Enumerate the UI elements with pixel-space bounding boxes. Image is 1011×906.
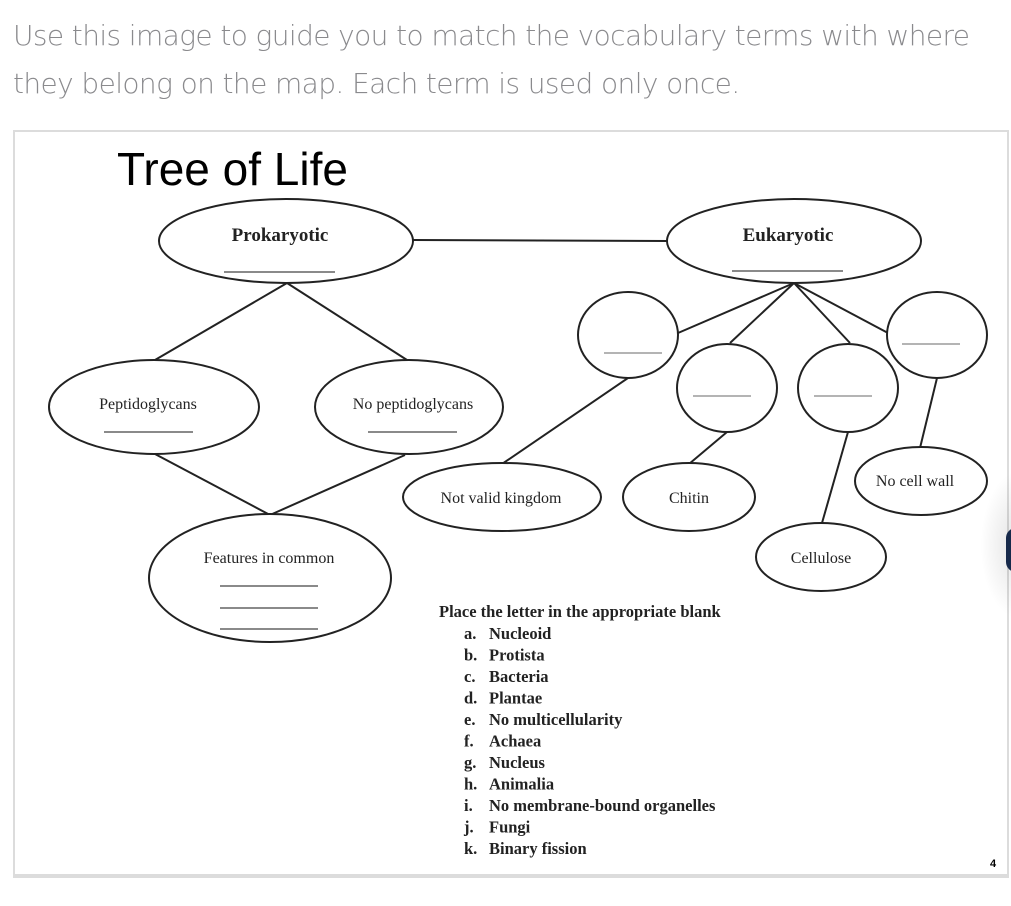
label-eukaryotic: Eukaryotic xyxy=(743,225,834,246)
node-kingdom-2-ellipse xyxy=(676,343,778,433)
label-chitin: Chitin xyxy=(669,490,709,507)
node-features-ellipse xyxy=(148,513,392,643)
connector-eukaryotic-kingdom-2 xyxy=(729,282,795,344)
node-kingdom-3-ellipse xyxy=(797,343,899,433)
connector-kingdom-2-chitin xyxy=(688,431,728,465)
connector-no-peptidoglycans-features xyxy=(269,454,406,516)
tree-of-life-diagram: Tree of Life Prokaryotic Eukaryotic Pept xyxy=(48,143,997,870)
word-bank-term: Bacteria xyxy=(489,667,549,686)
word-bank: Place the letter in the appropriate blan… xyxy=(439,602,722,858)
word-bank-term: Plantae xyxy=(489,689,542,708)
connector-eukaryotic-kingdom-4 xyxy=(793,282,889,334)
word-bank-letter: j. xyxy=(463,818,474,837)
word-bank-term: Binary fission xyxy=(489,839,587,858)
node-kingdom-1-ellipse xyxy=(577,291,679,379)
word-bank-term: Protista xyxy=(489,646,545,665)
word-bank-letter: d. xyxy=(464,689,477,708)
label-no-cell-wall: No cell wall xyxy=(876,473,955,490)
word-bank-term: No membrane-bound organelles xyxy=(489,796,716,815)
word-bank-term: Animalia xyxy=(489,775,554,794)
word-bank-letter: f. xyxy=(464,732,474,751)
word-bank-item: b. Protista xyxy=(464,646,545,665)
node-shapes xyxy=(48,198,988,643)
connector-kingdom-4-no-cell-wall xyxy=(919,377,938,449)
word-bank-item: a. Nucleoid xyxy=(464,624,551,643)
word-bank-letter: k. xyxy=(464,839,477,858)
word-bank-term: Nucleus xyxy=(489,753,546,772)
word-bank-term: Nucleoid xyxy=(489,624,551,643)
word-bank-letter: g. xyxy=(464,753,476,772)
label-peptidoglycans: Peptidoglycans xyxy=(99,396,197,413)
word-bank-term: Achaea xyxy=(489,732,541,751)
label-features-in-common: Features in common xyxy=(204,550,335,567)
diagram-title: Tree of Life xyxy=(117,143,348,195)
word-bank-term: Fungi xyxy=(489,818,531,837)
connector-kingdom-1-not-valid xyxy=(501,377,629,465)
label-prokaryotic: Prokaryotic xyxy=(232,225,329,246)
word-bank-letter: i. xyxy=(464,796,473,815)
word-bank-letter: e. xyxy=(464,710,475,729)
word-bank-letter: c. xyxy=(464,667,475,686)
connector-prokaryotic-no-peptidoglycans xyxy=(286,282,408,361)
word-bank-item: j. Fungi xyxy=(463,818,531,837)
word-bank-item: e. No multicellularity xyxy=(464,710,623,729)
word-bank-term: No multicellularity xyxy=(489,710,623,729)
connector-peptidoglycans-features xyxy=(154,453,271,516)
word-bank-letter: a. xyxy=(464,624,476,643)
word-bank-letter: b. xyxy=(464,646,477,665)
word-bank-item: c. Bacteria xyxy=(464,667,549,686)
connector-prokaryotic-eukaryotic xyxy=(412,239,669,242)
page-number: 4 xyxy=(990,858,997,870)
word-bank-item: i. No membrane-bound organelles xyxy=(464,796,716,815)
word-bank-item: h. Animalia xyxy=(464,775,554,794)
word-bank-letter: h. xyxy=(464,775,477,794)
label-cellulose: Cellulose xyxy=(791,550,851,567)
word-bank-item: g. Nucleus xyxy=(464,753,546,772)
word-bank-item: f. Achaea xyxy=(464,732,541,751)
connector-eukaryotic-kingdom-1 xyxy=(677,282,795,334)
node-kingdom-4-ellipse xyxy=(886,291,988,379)
connector-kingdom-3-cellulose xyxy=(821,431,849,524)
connector-prokaryotic-peptidoglycans xyxy=(154,282,288,361)
word-bank-item: k. Binary fission xyxy=(464,839,587,858)
word-bank-heading: Place the letter in the appropriate blan… xyxy=(439,602,722,621)
connector-eukaryotic-kingdom-3 xyxy=(793,282,851,344)
word-bank-item: d. Plantae xyxy=(464,689,542,708)
label-no-peptidoglycans: No peptidoglycans xyxy=(353,396,473,413)
label-not-valid-kingdom: Not valid kingdom xyxy=(441,490,562,507)
